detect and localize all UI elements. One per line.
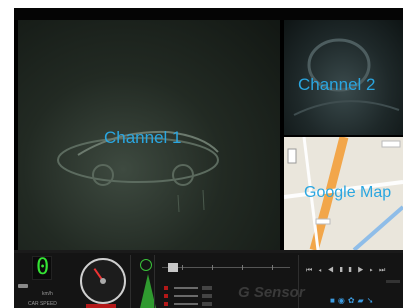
g-sensor-label: G Sensor	[238, 284, 305, 301]
save-icon[interactable]: ■	[330, 296, 338, 305]
timeline-tick	[272, 265, 273, 270]
play-icon[interactable]: ▶	[358, 267, 370, 274]
folder-icon[interactable]: ▰	[358, 296, 367, 305]
speed-unit: km/h	[42, 291, 53, 297]
player-window: Channel 1 Channel 2 Google Map 0 km/h CA…	[14, 8, 403, 308]
car-icon	[18, 284, 28, 288]
volume-bar[interactable]	[386, 280, 400, 283]
channel-2-label: Channel 2	[298, 75, 376, 94]
channel-2-view[interactable]: Channel 2	[284, 20, 403, 135]
gauge-center	[100, 278, 106, 284]
timeline-thumb[interactable]	[168, 263, 178, 272]
speed-digit: 0	[36, 255, 50, 280]
speed-display: 0	[32, 255, 52, 280]
compass-gauge	[80, 258, 126, 304]
panel-divider-2	[154, 255, 155, 308]
status-row	[164, 284, 224, 292]
status-row	[164, 300, 224, 308]
panel-divider-1	[130, 255, 131, 308]
rewind-icon[interactable]: ◀	[327, 267, 339, 274]
speed-label: CAR SPEED	[28, 301, 57, 307]
channel-1-label: Channel 1	[104, 128, 182, 147]
map-label: Google Map	[304, 184, 392, 201]
top-strip	[14, 8, 403, 20]
timeline-tick	[242, 265, 243, 270]
playback-controls: ⏮◂◀❚❚▶▸⏭	[306, 267, 391, 275]
channel-1-view[interactable]: Channel 1	[18, 20, 280, 250]
skip-forward-icon[interactable]: ⏭	[379, 267, 391, 274]
status-rows	[164, 284, 224, 308]
panel-divider-3	[298, 255, 299, 308]
skip-back-icon[interactable]: ⏮	[306, 267, 318, 274]
signal-icon	[140, 259, 152, 271]
timeline-tick	[182, 265, 183, 270]
snapshot-icon[interactable]: ◉	[338, 296, 348, 305]
settings-icon[interactable]: ✿	[348, 296, 358, 305]
status-row	[164, 292, 224, 300]
timeline-tick	[212, 265, 213, 270]
step-forward-icon[interactable]: ▸	[370, 267, 379, 274]
g-sensor-panel: G Sensor	[226, 280, 318, 306]
timeline-slider[interactable]	[162, 260, 290, 274]
red-indicator-bar	[86, 304, 116, 308]
arrow-icon[interactable]: ➘	[367, 296, 377, 305]
map-view[interactable]: Google Map	[284, 137, 403, 250]
pause-icon[interactable]: ❚❚	[340, 267, 358, 274]
tool-buttons: ■◉✿▰➘	[330, 296, 376, 305]
